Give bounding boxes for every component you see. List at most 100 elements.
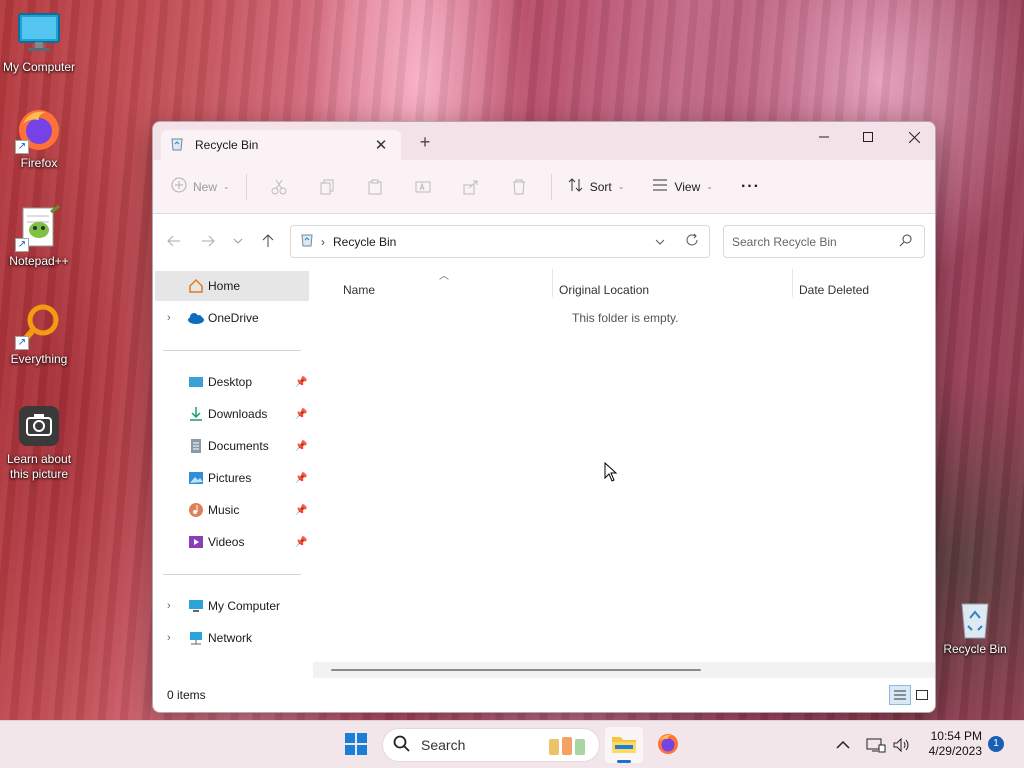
sidebar-divider	[163, 574, 301, 575]
up-arrow-icon[interactable]	[257, 231, 279, 251]
recycle-bin-icon	[301, 233, 313, 250]
firefox-icon	[656, 732, 680, 759]
tiles-view-button[interactable]	[911, 685, 933, 705]
sort-ascending-icon: ︿	[439, 271, 449, 282]
desktop-icon-label: Notepad++	[9, 254, 69, 268]
column-divider[interactable]	[552, 269, 553, 297]
delete-icon[interactable]	[495, 171, 543, 203]
desktop-icon-notepadpp[interactable]: ↗ Notepad++	[1, 204, 77, 269]
details-view-button[interactable]	[889, 685, 911, 705]
taskbar-file-explorer[interactable]	[605, 727, 643, 763]
column-header-date-deleted[interactable]: Date Deleted	[799, 283, 869, 297]
search-input[interactable]: Search Recycle Bin	[723, 225, 925, 258]
new-button[interactable]: New ⌄	[171, 171, 230, 203]
horizontal-scrollbar[interactable]	[313, 662, 935, 678]
desktop-icon-learn-about-picture[interactable]: Learn about this picture	[1, 402, 77, 482]
share-icon[interactable]	[447, 171, 495, 203]
breadcrumb-recycle-bin[interactable]: Recycle Bin	[333, 235, 396, 249]
view-button[interactable]: View ⌄	[652, 171, 713, 203]
back-arrow-icon[interactable]	[163, 231, 185, 251]
explorer-body: Home › OneDrive Desktop 📌 Downloads 📌 Do…	[153, 269, 935, 712]
search-icon	[393, 735, 411, 756]
clock-time: 10:54 PM	[930, 729, 982, 743]
status-bar: 0 items	[153, 678, 935, 712]
monitor-icon	[15, 10, 63, 58]
start-button[interactable]	[337, 727, 375, 763]
refresh-icon[interactable]	[685, 233, 699, 250]
expand-chevron-icon[interactable]: ›	[167, 600, 171, 612]
address-dropdown-icon[interactable]	[655, 234, 665, 248]
network-status-icon[interactable]	[866, 721, 886, 768]
taskbar-firefox[interactable]	[649, 727, 687, 763]
shortcut-arrow-icon: ↗	[15, 140, 29, 154]
paste-icon[interactable]	[351, 171, 399, 203]
more-options-button[interactable]: ···	[741, 171, 760, 203]
sidebar-item-onedrive[interactable]: › OneDrive	[155, 303, 309, 333]
address-row: › Recycle Bin Search Recycle Bin	[153, 214, 935, 268]
maximize-button[interactable]	[845, 122, 891, 152]
sidebar-item-downloads[interactable]: Downloads 📌	[155, 399, 309, 429]
sidebar-divider	[163, 350, 301, 351]
tab-recycle-bin[interactable]: Recycle Bin ✕	[161, 130, 401, 160]
active-indicator	[617, 760, 631, 763]
notification-badge[interactable]: 1	[988, 736, 1004, 752]
cut-icon[interactable]	[255, 171, 303, 203]
taskbar-clock[interactable]: 10:54 PM 4/29/2023	[918, 729, 982, 759]
sidebar-item-documents[interactable]: Documents 📌	[155, 431, 309, 461]
volume-icon[interactable]	[892, 721, 912, 768]
column-header-name[interactable]: Name	[343, 283, 375, 297]
sidebar-item-desktop[interactable]: Desktop 📌	[155, 367, 309, 397]
view-label: View	[674, 179, 701, 194]
pin-icon[interactable]: 📌	[295, 537, 307, 548]
view-list-icon	[652, 178, 668, 195]
copy-icon[interactable]	[303, 171, 351, 203]
taskbar-search-label: Search	[421, 737, 466, 753]
music-icon	[187, 501, 205, 519]
desktop-icon-firefox[interactable]: ↗ Firefox	[1, 106, 77, 171]
search-icon	[899, 234, 912, 250]
sort-icon	[568, 177, 584, 196]
new-tab-icon[interactable]: +	[417, 133, 433, 152]
expand-chevron-icon[interactable]: ›	[167, 632, 171, 644]
recent-locations-chevron-icon[interactable]	[227, 231, 249, 251]
pin-icon[interactable]: 📌	[295, 441, 307, 452]
forward-arrow-icon[interactable]	[197, 231, 219, 251]
search-highlight-drinks-icon	[545, 733, 591, 760]
sidebar-item-network[interactable]: › Network	[155, 623, 309, 653]
rename-icon[interactable]	[399, 171, 447, 203]
column-header-original-location[interactable]: Original Location	[559, 283, 649, 297]
sidebar-item-music[interactable]: Music 📌	[155, 495, 309, 525]
taskbar-search-box[interactable]: Search	[382, 728, 600, 762]
sidebar-item-label: Downloads	[208, 407, 268, 421]
sidebar-item-pictures[interactable]: Pictures 📌	[155, 463, 309, 493]
sort-button[interactable]: Sort ⌄	[568, 171, 624, 203]
pin-icon[interactable]: 📌	[295, 505, 307, 516]
tab-close-icon[interactable]: ✕	[373, 136, 389, 154]
minimize-button[interactable]	[801, 122, 847, 152]
desktop-icon-my-computer[interactable]: My Computer	[1, 10, 77, 75]
sidebar-item-my-computer[interactable]: › My Computer	[155, 591, 309, 621]
column-divider[interactable]	[792, 269, 793, 297]
chevron-down-icon: ⌄	[706, 182, 713, 191]
sidebar-item-label: Desktop	[208, 375, 253, 389]
address-bar[interactable]: › Recycle Bin	[290, 225, 710, 258]
desktop-icon-label: Firefox	[20, 156, 58, 170]
show-hidden-icons-chevron[interactable]	[836, 721, 850, 768]
notepadpp-icon: ↗	[15, 204, 63, 252]
sidebar-item-label: Pictures	[208, 471, 252, 485]
pin-icon[interactable]: 📌	[295, 473, 307, 484]
toolbar-divider	[550, 173, 552, 200]
desktop-icon-everything[interactable]: ↗ Everything	[1, 302, 77, 367]
pin-icon[interactable]: 📌	[295, 409, 307, 420]
close-button[interactable]	[891, 122, 935, 152]
pin-icon[interactable]: 📌	[295, 377, 307, 388]
scrollbar-thumb[interactable]	[331, 669, 701, 671]
search-placeholder: Search Recycle Bin	[732, 234, 837, 249]
expand-chevron-icon[interactable]: ›	[167, 312, 171, 324]
desktop-icon-recycle-bin[interactable]: Recycle Bin	[937, 598, 1013, 657]
breadcrumb-chevron-icon: ›	[321, 234, 325, 249]
firefox-icon: ↗	[15, 106, 63, 154]
sidebar-item-home[interactable]: Home	[155, 271, 309, 301]
sidebar-item-videos[interactable]: Videos 📌	[155, 527, 309, 557]
desktop-icon-label: Recycle Bin	[943, 642, 1007, 656]
